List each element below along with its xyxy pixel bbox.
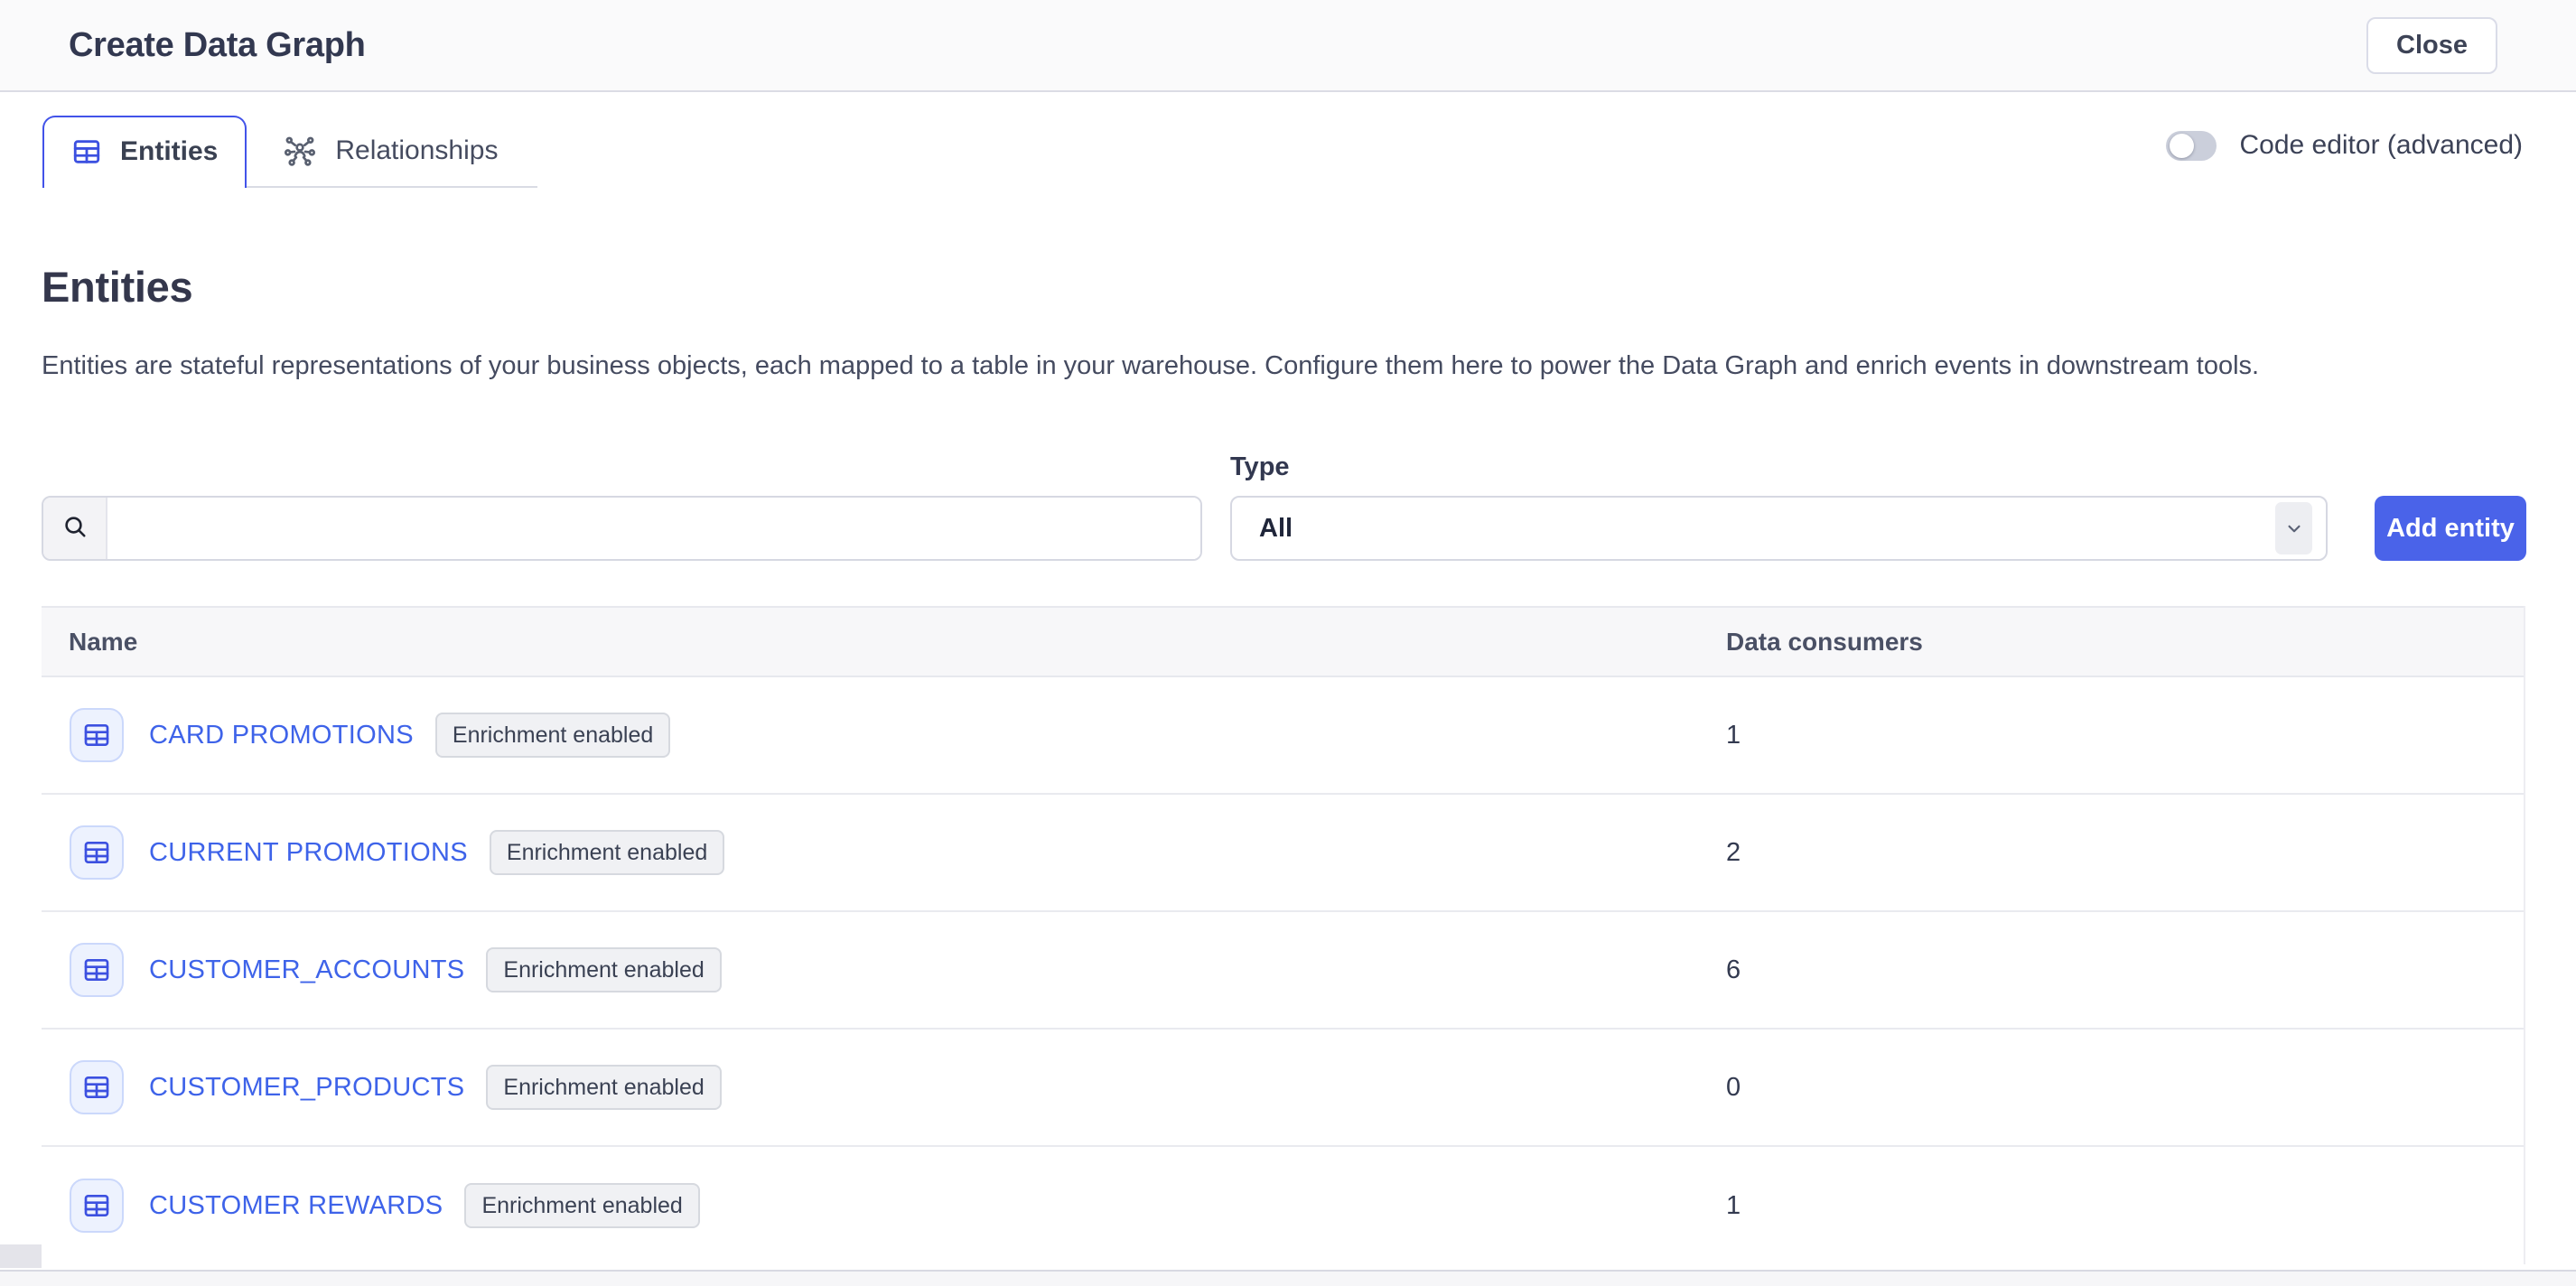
enrichment-badge: Enrichment enabled xyxy=(486,947,721,992)
entity-table-icon xyxy=(70,943,124,997)
page-title: Create Data Graph xyxy=(69,26,366,65)
type-select[interactable]: All xyxy=(1230,496,2328,561)
horizontal-scrollbar-thumb[interactable] xyxy=(0,1244,42,1268)
entity-name-cell: CURRENT PROMOTIONS Enrichment enabled xyxy=(42,825,1726,880)
entities-section: Entities Entities are stateful represent… xyxy=(0,262,2576,1264)
entity-table-icon xyxy=(70,1179,124,1233)
network-person-icon xyxy=(283,134,317,168)
entity-name-link[interactable]: CUSTOMER_PRODUCTS xyxy=(149,1073,464,1103)
tab-list: Entities xyxy=(42,116,537,188)
search-input[interactable] xyxy=(107,498,1200,559)
code-editor-toggle-label: Code editor (advanced) xyxy=(2239,130,2523,161)
table-header-row: Name Data consumers xyxy=(42,606,2524,677)
tab-relationships-label: Relationships xyxy=(335,135,498,167)
type-filter-group: Type All xyxy=(1230,453,2328,562)
entity-name-link[interactable]: CURRENT PROMOTIONS xyxy=(149,838,468,868)
data-consumers-cell: 6 xyxy=(1726,955,2524,985)
data-consumers-cell: 0 xyxy=(1726,1073,2524,1103)
entity-table-icon xyxy=(70,825,124,880)
tab-entities-label: Entities xyxy=(120,135,218,168)
code-editor-toggle[interactable] xyxy=(2166,131,2217,161)
table-row: CUSTOMER REWARDS Enrichment enabled 1 xyxy=(42,1147,2524,1264)
chevron-down-icon xyxy=(2275,502,2312,554)
entity-name-cell: CARD PROMOTIONS Enrichment enabled xyxy=(42,708,1726,762)
data-consumers-cell: 1 xyxy=(1726,721,2524,750)
column-header-name: Name xyxy=(42,628,1726,657)
search-icon xyxy=(61,513,89,545)
code-editor-toggle-group: Code editor (advanced) xyxy=(2166,130,2523,161)
tab-bar: Entities xyxy=(0,92,2576,210)
enrichment-badge: Enrichment enabled xyxy=(464,1183,699,1228)
data-consumers-cell: 1 xyxy=(1726,1191,2524,1221)
data-consumers-cell: 2 xyxy=(1726,838,2524,868)
type-filter-label: Type xyxy=(1230,453,2328,482)
entity-name-cell: CUSTOMER REWARDS Enrichment enabled xyxy=(42,1179,1726,1233)
table-row: CURRENT PROMOTIONS Enrichment enabled 2 xyxy=(42,795,2524,912)
close-button[interactable]: Close xyxy=(2366,17,2497,74)
entity-name-link[interactable]: CUSTOMER_ACCOUNTS xyxy=(149,955,464,985)
toggle-knob xyxy=(2170,134,2194,158)
enrichment-badge: Enrichment enabled xyxy=(435,713,670,758)
table-icon xyxy=(71,136,102,167)
add-entity-button[interactable]: Add entity xyxy=(2375,496,2526,561)
table-row: CUSTOMER_ACCOUNTS Enrichment enabled 6 xyxy=(42,912,2524,1030)
entity-name-link[interactable]: CARD PROMOTIONS xyxy=(149,721,414,750)
bottom-page-strip xyxy=(0,1270,2576,1286)
search-icon-segment xyxy=(43,498,107,559)
entity-table-icon xyxy=(70,1060,124,1114)
type-select-value: All xyxy=(1259,514,1293,544)
table-row: CARD PROMOTIONS Enrichment enabled 1 xyxy=(42,677,2524,795)
entity-name-cell: CUSTOMER_PRODUCTS Enrichment enabled xyxy=(42,1060,1726,1114)
search-field xyxy=(42,496,1202,561)
modal-header: Create Data Graph Close xyxy=(0,0,2576,92)
column-header-data-consumers: Data consumers xyxy=(1726,628,2524,657)
enrichment-badge: Enrichment enabled xyxy=(490,830,724,875)
table-row: CUSTOMER_PRODUCTS Enrichment enabled 0 xyxy=(42,1030,2524,1147)
tab-entities[interactable]: Entities xyxy=(42,116,247,188)
entity-table-icon xyxy=(70,708,124,762)
section-title: Entities xyxy=(42,262,2527,312)
tab-relationships[interactable]: Relationships xyxy=(247,116,537,186)
entity-table: Name Data consumers CARD PROMOTIONS Enri… xyxy=(42,606,2525,1264)
entity-name-cell: CUSTOMER_ACCOUNTS Enrichment enabled xyxy=(42,943,1726,997)
entity-table-body: CARD PROMOTIONS Enrichment enabled 1 CUR… xyxy=(42,677,2524,1264)
enrichment-badge: Enrichment enabled xyxy=(486,1065,721,1110)
filter-row: Type All Add entity xyxy=(42,453,2527,562)
entity-name-link[interactable]: CUSTOMER REWARDS xyxy=(149,1191,443,1221)
section-description: Entities are stateful representations of… xyxy=(42,349,2527,384)
